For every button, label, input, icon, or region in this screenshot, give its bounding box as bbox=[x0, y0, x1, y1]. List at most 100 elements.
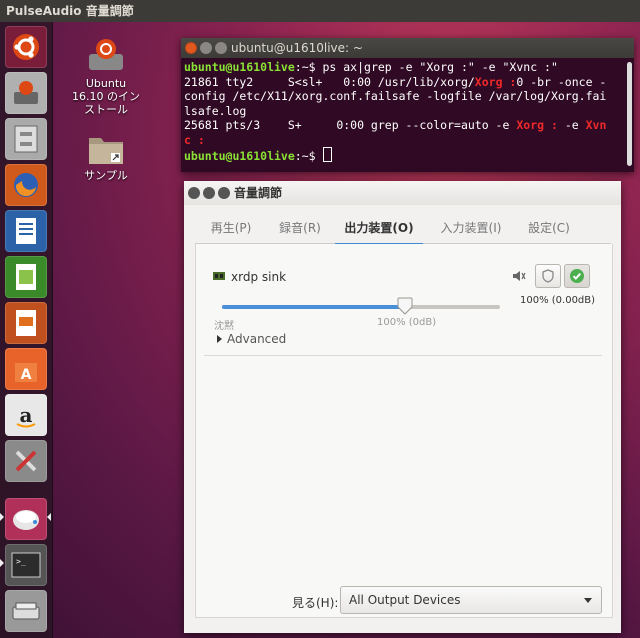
ubuntu-logo-icon bbox=[13, 34, 39, 60]
desktop-icon-label: 16.10 のイン bbox=[72, 90, 140, 103]
prompt-suffix: :~$ bbox=[294, 60, 316, 74]
tab-output-devices[interactable]: 出力装置(O) bbox=[335, 215, 423, 245]
volume-title: 音量調節 bbox=[234, 186, 283, 200]
tab-playback[interactable]: 再生(P) bbox=[195, 215, 267, 243]
tab-bar: 再生(P) 録音(R) 出力装置(O) 入力装置(I) 設定(C) bbox=[195, 215, 611, 245]
expander-arrow-icon bbox=[217, 335, 222, 343]
mute-speaker-icon bbox=[513, 271, 526, 281]
volume-slider-knob[interactable] bbox=[397, 297, 413, 315]
launcher: A a >_ bbox=[0, 22, 53, 638]
firefox-icon bbox=[14, 173, 38, 197]
launcher-terminal-button[interactable]: >_ bbox=[5, 544, 47, 586]
launcher-files-button[interactable] bbox=[5, 118, 47, 160]
software-bag-icon: A bbox=[15, 363, 37, 383]
terminal-cursor bbox=[322, 147, 332, 162]
terminal-title: ubuntu@u1610live: ~ bbox=[231, 41, 363, 55]
slider-100-label: 100% (0dB) bbox=[377, 317, 437, 328]
speaker-knob-icon bbox=[13, 510, 39, 530]
impress-presentation-icon bbox=[16, 310, 36, 336]
launcher-running-indicator bbox=[0, 513, 4, 521]
output-line: config /etc/X11/xorg.conf.failsafe -logf… bbox=[184, 89, 607, 103]
maximize-button[interactable] bbox=[215, 42, 227, 54]
slider-mute-label: 沈黙 bbox=[214, 321, 234, 332]
shield-icon bbox=[542, 269, 554, 283]
output-line: 21861 tty2 S<sl+ 0:00 /usr/lib/xorg/ bbox=[184, 74, 475, 89]
device-name: xrdp sink bbox=[231, 270, 287, 284]
volume-titlebar[interactable]: 音量調節 bbox=[184, 181, 621, 205]
installer-icon bbox=[89, 39, 123, 70]
tab-recording[interactable]: 録音(R) bbox=[267, 215, 333, 243]
close-button[interactable] bbox=[188, 187, 200, 199]
calc-spreadsheet-icon bbox=[16, 264, 36, 290]
show-devices-dropdown[interactable]: All Output Devices bbox=[340, 586, 602, 614]
prompt-user: ubuntu@u1610live bbox=[184, 60, 295, 74]
launcher-dash-button[interactable] bbox=[5, 26, 47, 68]
terminal-output[interactable]: ubuntu@u1610live:~$ ps ax|grep -e "Xorg … bbox=[181, 58, 634, 166]
tab-input-devices[interactable]: 入力装置(I) bbox=[425, 215, 517, 243]
launcher-settings-button[interactable] bbox=[5, 440, 47, 482]
close-button[interactable] bbox=[185, 42, 197, 54]
grep-match: Xorg : bbox=[474, 74, 517, 89]
launcher-installer-button[interactable] bbox=[5, 72, 47, 114]
tab-configuration[interactable]: 設定(C) bbox=[517, 215, 581, 243]
desktop-icon-label: Ubuntu bbox=[85, 77, 127, 90]
desktop-icon-sample[interactable]: サンプル bbox=[66, 132, 146, 182]
terminal-icon: >_ bbox=[11, 552, 41, 578]
check-icon bbox=[570, 269, 584, 283]
prompt-user: ubuntu@u1610live bbox=[184, 149, 295, 163]
command-text: ps ax|grep -e "Xorg :" -e "Xvnc :" bbox=[315, 60, 558, 74]
audio-card-icon bbox=[213, 272, 225, 280]
desktop-icon-label: ストール bbox=[84, 103, 128, 116]
window-title: PulseAudio 音量調節 bbox=[6, 4, 134, 18]
desktop-icon-installer[interactable]: Ubuntu 16.10 のイン ストール bbox=[66, 36, 146, 116]
dropdown-value: All Output Devices bbox=[349, 593, 461, 607]
launcher-calc-button[interactable] bbox=[5, 256, 47, 298]
file-cabinet-icon bbox=[14, 125, 38, 153]
output-line: 0 -br -once - bbox=[516, 74, 607, 89]
launcher-amazon-button[interactable]: a bbox=[5, 394, 47, 436]
output-line: 25681 pts/3 S+ 0:00 grep --color=auto -e bbox=[184, 118, 517, 132]
terminal-scrollbar[interactable] bbox=[627, 62, 632, 166]
disk-drive-icon bbox=[12, 602, 40, 620]
volume-control-window[interactable]: 音量調節 再生(P) 録音(R) 出力装置(O) 入力装置(I) 設定(C) x… bbox=[184, 181, 621, 633]
terminal-window[interactable]: ubuntu@u1610live: ~ ubuntu@u1610live:~$ … bbox=[181, 38, 634, 172]
launcher-running-indicator bbox=[0, 559, 4, 567]
lock-channels-button[interactable] bbox=[535, 264, 561, 288]
minimize-button[interactable] bbox=[203, 187, 215, 199]
grep-match: Xvn bbox=[585, 118, 607, 132]
amazon-icon: a bbox=[16, 403, 36, 428]
output-line: -e bbox=[557, 118, 586, 132]
chevron-down-icon bbox=[584, 598, 592, 603]
launcher-firefox-button[interactable] bbox=[5, 164, 47, 206]
minimize-button[interactable] bbox=[200, 42, 212, 54]
folder-link-icon bbox=[89, 138, 123, 164]
advanced-expander[interactable]: Advanced bbox=[217, 332, 286, 346]
installer-icon bbox=[14, 81, 38, 104]
launcher-disk-button[interactable] bbox=[5, 590, 47, 632]
svg-text:>_: >_ bbox=[16, 557, 26, 566]
writer-document-icon bbox=[16, 218, 36, 244]
advanced-label: Advanced bbox=[227, 332, 287, 346]
launcher-pulseaudio-button[interactable] bbox=[5, 498, 47, 540]
tools-icon bbox=[15, 450, 37, 472]
svg-text:a: a bbox=[20, 403, 33, 427]
volume-slider-track[interactable] bbox=[222, 305, 500, 309]
set-fallback-button[interactable] bbox=[564, 264, 590, 288]
volume-slider-fill bbox=[222, 305, 406, 309]
output-line: lsafe.log bbox=[184, 103, 247, 118]
grep-match: Xorg : bbox=[516, 118, 558, 132]
separator bbox=[204, 355, 602, 356]
maximize-button[interactable] bbox=[218, 187, 230, 199]
launcher-software-button[interactable]: A bbox=[5, 348, 47, 390]
launcher-impress-button[interactable] bbox=[5, 302, 47, 344]
volume-readout: 100% (0.00dB) bbox=[520, 295, 596, 306]
show-label: 見る(H): bbox=[292, 596, 339, 610]
terminal-titlebar[interactable]: ubuntu@u1610live: ~ bbox=[181, 38, 634, 58]
grep-match: c : bbox=[184, 132, 205, 147]
launcher-focus-indicator bbox=[47, 513, 51, 521]
desktop-icon-label: サンプル bbox=[84, 169, 128, 182]
svg-text:A: A bbox=[21, 367, 32, 383]
launcher-writer-button[interactable] bbox=[5, 210, 47, 252]
top-panel: PulseAudio 音量調節 bbox=[0, 0, 640, 22]
prompt-suffix: :~$ bbox=[294, 149, 316, 163]
